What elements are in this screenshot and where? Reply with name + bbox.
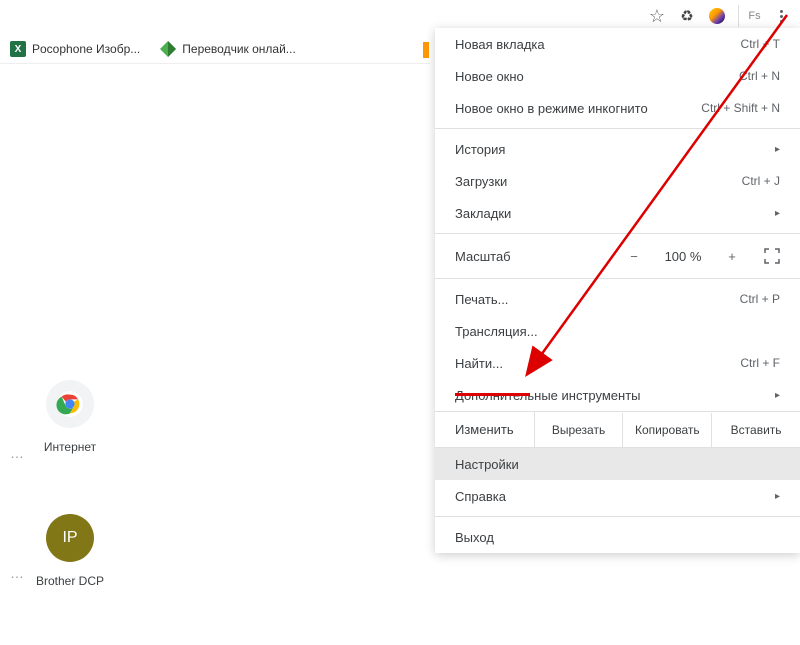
newtab-shortcuts: Интернет IP Brother DCP (10, 380, 130, 588)
shortcut-brother-dcp[interactable]: IP Brother DCP (10, 514, 130, 588)
menu-label: Новая вкладка (455, 37, 545, 52)
shortcut-label: Интернет (44, 440, 96, 454)
menu-label: Справка (455, 489, 506, 504)
extension-icon[interactable] (708, 7, 726, 25)
menu-label: Выход (455, 530, 494, 545)
menu-new-tab[interactable]: Новая вкладка Ctrl + T (435, 28, 800, 60)
fs-extension-icon[interactable]: Fs (738, 5, 760, 27)
menu-downloads[interactable]: Загрузки Ctrl + J (435, 165, 800, 197)
more-menu-icon[interactable] (772, 7, 790, 25)
annotation-underline (455, 393, 530, 396)
chevron-right-icon: ▸ (775, 208, 780, 219)
chrome-main-menu: Новая вкладка Ctrl + T Новое окно Ctrl +… (435, 28, 800, 553)
menu-label: История (455, 142, 505, 157)
menu-shortcut: Ctrl + T (741, 37, 780, 51)
ellipsis-icon: … (10, 445, 24, 461)
chevron-right-icon: ▸ (775, 390, 780, 401)
menu-label: Изменить (435, 412, 535, 447)
menu-new-window[interactable]: Новое окно Ctrl + N (435, 60, 800, 92)
menu-exit[interactable]: Выход (435, 521, 800, 553)
menu-label: Печать... (455, 292, 508, 307)
menu-shortcut: Ctrl + N (739, 69, 780, 83)
chevron-right-icon: ▸ (775, 491, 780, 502)
bookmark-item-pocophone[interactable]: X Pocophone Изобр... (10, 41, 140, 57)
fullscreen-icon[interactable] (764, 248, 780, 264)
copy-button[interactable]: Копировать (623, 413, 712, 447)
bookmark-star-icon[interactable]: ☆ (648, 7, 666, 25)
excel-icon: X (10, 41, 26, 57)
bookmark-item-translate[interactable]: Переводчик онлай... (160, 41, 296, 57)
menu-label: Новое окно (455, 69, 524, 84)
menu-print[interactable]: Печать... Ctrl + P (435, 283, 800, 315)
menu-incognito[interactable]: Новое окно в режиме инкогнито Ctrl + Shi… (435, 92, 800, 124)
shortcut-label: Brother DCP (36, 574, 104, 588)
ellipsis-icon: … (10, 565, 24, 581)
menu-shortcut: Ctrl + Shift + N (701, 101, 780, 115)
bookmarks-bar: X Pocophone Изобр... Переводчик онлай... (0, 35, 430, 64)
zoom-value: 100 % (658, 249, 708, 264)
menu-label: Загрузки (455, 174, 507, 189)
bookmark-label: Pocophone Изобр... (32, 42, 140, 56)
bookmark-overflow-icon[interactable] (423, 42, 429, 58)
shortcut-internet[interactable]: Интернет (10, 380, 130, 454)
chrome-icon (56, 390, 84, 418)
cut-button[interactable]: Вырезать (535, 413, 624, 447)
menu-label: Найти... (455, 356, 503, 371)
browser-toolbar: ☆ ♻ Fs (648, 5, 790, 27)
menu-cast[interactable]: Трансляция... (435, 315, 800, 347)
menu-zoom-row: Масштаб − 100 % + (435, 238, 800, 274)
menu-label: Закладки (455, 206, 511, 221)
menu-history[interactable]: История ▸ (435, 133, 800, 165)
bookmark-label: Переводчик онлай... (182, 42, 296, 56)
menu-shortcut: Ctrl + J (742, 174, 780, 188)
zoom-in-button[interactable]: + (720, 249, 744, 264)
menu-edit-row: Изменить Вырезать Копировать Вставить (435, 411, 800, 448)
shortcut-icon-container (46, 380, 94, 428)
chevron-right-icon: ▸ (775, 144, 780, 155)
recycle-icon[interactable]: ♻ (678, 7, 696, 25)
menu-label: Настройки (455, 457, 519, 472)
paste-button[interactable]: Вставить (712, 413, 800, 447)
menu-divider (435, 516, 800, 517)
menu-divider (435, 128, 800, 129)
menu-label: Новое окно в режиме инкогнито (455, 101, 648, 116)
ip-icon: IP (46, 514, 94, 562)
zoom-out-button[interactable]: − (622, 249, 646, 264)
menu-divider (435, 278, 800, 279)
menu-shortcut: Ctrl + P (740, 292, 780, 306)
menu-shortcut: Ctrl + F (740, 356, 780, 370)
menu-label: Трансляция... (455, 324, 538, 339)
menu-settings[interactable]: Настройки (435, 448, 800, 480)
menu-help[interactable]: Справка ▸ (435, 480, 800, 512)
menu-bookmarks[interactable]: Закладки ▸ (435, 197, 800, 229)
menu-label: Масштаб (455, 249, 545, 264)
menu-find[interactable]: Найти... Ctrl + F (435, 347, 800, 379)
menu-divider (435, 233, 800, 234)
translate-icon (160, 41, 176, 57)
